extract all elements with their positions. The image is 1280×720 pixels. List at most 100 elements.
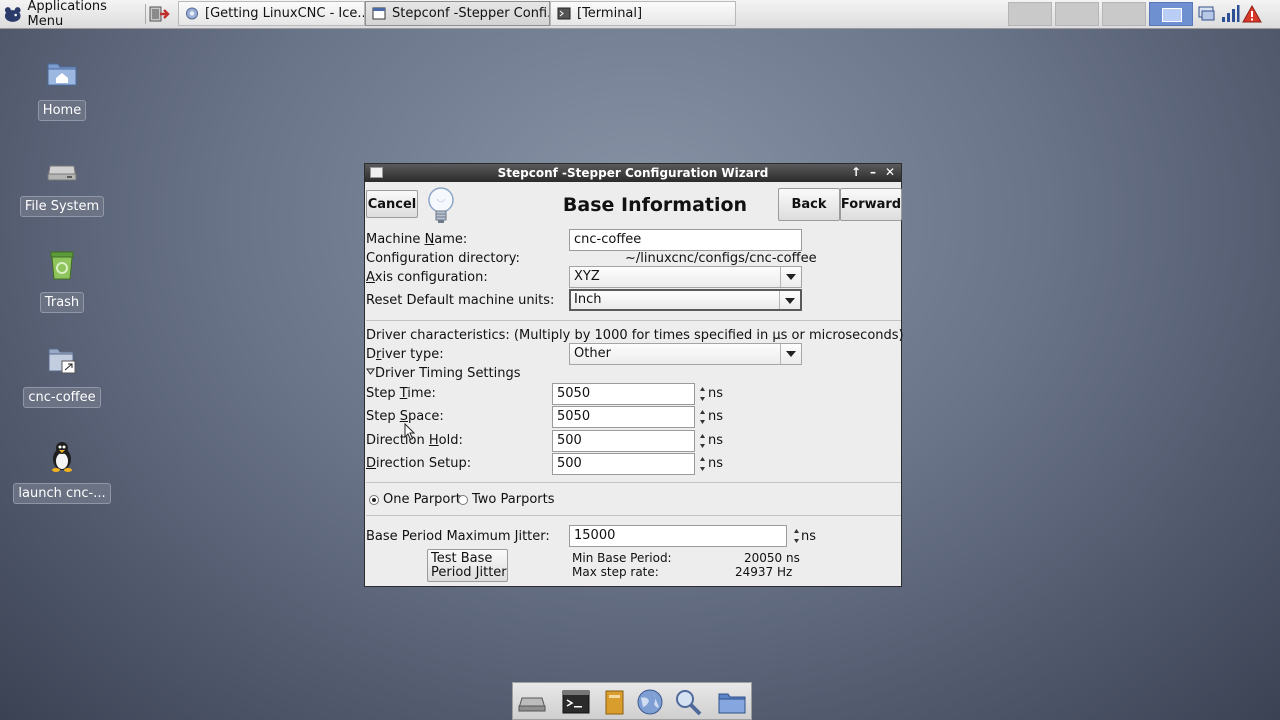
direction-hold-spinner[interactable]: 500 bbox=[552, 430, 708, 452]
stepconf-dialog: Stepconf -Stepper Configuration Wizard ↑… bbox=[364, 163, 904, 587]
min-base-period-label: Min Base Period: bbox=[572, 551, 672, 565]
terminal-icon bbox=[557, 7, 571, 20]
chevron-down-icon bbox=[780, 344, 801, 364]
drive-icon bbox=[47, 165, 77, 181]
chevron-down-icon bbox=[780, 267, 801, 287]
unit-label: ns bbox=[801, 529, 817, 544]
taskbar-item-terminal[interactable]: [Terminal] bbox=[550, 1, 736, 26]
step-space-spinner[interactable]: 5050 bbox=[552, 406, 708, 428]
axis-config-label: Axis configuration: bbox=[366, 270, 488, 285]
web-browser-icon[interactable] bbox=[635, 687, 665, 717]
desktop-icon-cnc-coffee[interactable]: cnc-coffee bbox=[7, 343, 117, 408]
folder-link-icon bbox=[48, 348, 76, 374]
workspace-3[interactable] bbox=[1102, 2, 1146, 26]
top-panel: Applications Menu [Getting LinuxCNC - Ic… bbox=[0, 0, 1280, 29]
desktop-icon-trash[interactable]: Trash bbox=[7, 248, 117, 313]
max-step-rate-value: 24937 Hz bbox=[735, 565, 793, 579]
dialog-titlebar[interactable]: Stepconf -Stepper Configuration Wizard ↑… bbox=[365, 164, 901, 182]
applications-menu-label: Applications Menu bbox=[27, 0, 107, 29]
two-parports-label[interactable]: Two Parports bbox=[472, 492, 555, 507]
unit-label: ns bbox=[708, 456, 724, 471]
step-time-label: Step Time: bbox=[366, 386, 436, 401]
units-value: Inch bbox=[574, 292, 602, 307]
desktop-icon-launch[interactable]: launch cnc-... bbox=[7, 439, 117, 504]
back-button[interactable]: Back bbox=[778, 188, 840, 221]
forward-button[interactable]: Forward bbox=[840, 188, 902, 221]
workspace-1[interactable] bbox=[1008, 2, 1052, 26]
desktop-icon-label: Home bbox=[37, 100, 87, 121]
direction-setup-spinner[interactable]: 500 bbox=[552, 453, 708, 475]
terminal-icon[interactable] bbox=[561, 687, 591, 717]
minimize-button[interactable]: – bbox=[866, 165, 880, 180]
xfce-mouse-icon bbox=[4, 7, 21, 22]
chevron-down-icon bbox=[779, 291, 800, 309]
tux-icon bbox=[52, 442, 72, 472]
direction-hold-input[interactable]: 500 bbox=[552, 430, 695, 452]
signal-bars-icon[interactable] bbox=[1220, 4, 1240, 24]
dock bbox=[512, 682, 752, 720]
close-button[interactable]: ✕ bbox=[883, 165, 897, 180]
spin-arrows-icon[interactable] bbox=[697, 430, 708, 452]
driver-type-select[interactable]: Other bbox=[569, 343, 802, 365]
warning-icon[interactable] bbox=[1242, 4, 1262, 24]
trash-icon bbox=[50, 251, 74, 280]
spin-arrows-icon[interactable] bbox=[697, 406, 708, 428]
divider bbox=[366, 320, 901, 321]
workspace-2[interactable] bbox=[1055, 2, 1099, 26]
folder-icon[interactable] bbox=[717, 687, 747, 717]
notes-icon[interactable] bbox=[599, 687, 629, 717]
two-parports-radio[interactable] bbox=[458, 495, 468, 505]
taskbar-item-label: [Terminal] bbox=[577, 6, 643, 21]
one-parport-label[interactable]: One Parport bbox=[383, 492, 461, 507]
divider bbox=[366, 482, 901, 483]
window-icon bbox=[372, 7, 386, 20]
dialog-title: Stepconf -Stepper Configuration Wizard bbox=[497, 166, 769, 180]
driver-type-label: Driver type: bbox=[366, 347, 444, 362]
cancel-button[interactable]: Cancel bbox=[366, 190, 418, 218]
step-space-label: Step Space: bbox=[366, 409, 444, 424]
driver-type-value: Other bbox=[574, 346, 611, 361]
units-select[interactable]: Inch bbox=[569, 289, 802, 311]
test-jitter-button[interactable]: Test Base Period Jitter bbox=[427, 549, 508, 582]
taskbar-item-stepconf[interactable]: Stepconf -Stepper Confi... bbox=[365, 1, 550, 26]
jitter-spinner[interactable]: 15000 bbox=[569, 525, 802, 547]
spin-arrows-icon[interactable] bbox=[697, 453, 708, 475]
jitter-input[interactable]: 15000 bbox=[569, 525, 787, 547]
direction-setup-input[interactable]: 500 bbox=[552, 453, 695, 475]
drive-icon[interactable] bbox=[517, 687, 547, 717]
min-base-period-value: 20050 ns bbox=[744, 551, 800, 565]
driver-timing-expander[interactable]: Driver Timing Settings bbox=[366, 366, 521, 381]
desktop-icon-label: launch cnc-... bbox=[13, 483, 111, 504]
lightbulb-icon bbox=[428, 187, 454, 223]
machine-name-label: Machine Name: bbox=[366, 232, 468, 247]
units-label: Reset Default machine units: bbox=[366, 293, 555, 308]
step-space-input[interactable]: 5050 bbox=[552, 406, 695, 428]
config-directory-value: ~/linuxcnc/configs/cnc-coffee bbox=[625, 251, 817, 266]
divider bbox=[366, 515, 901, 516]
step-time-input[interactable]: 5050 bbox=[552, 383, 695, 405]
home-folder-icon bbox=[47, 63, 77, 86]
iceweasel-icon bbox=[186, 7, 198, 20]
unit-label: ns bbox=[708, 409, 724, 424]
search-icon[interactable] bbox=[673, 687, 703, 717]
desktop-icon-home[interactable]: Home bbox=[7, 56, 117, 121]
axis-config-select[interactable]: XYZ bbox=[569, 266, 802, 288]
maximize-button[interactable]: ↑ bbox=[849, 165, 863, 180]
network-icon[interactable] bbox=[1197, 4, 1217, 24]
step-time-spinner[interactable]: 5050 bbox=[552, 383, 708, 405]
spin-arrows-icon[interactable] bbox=[697, 383, 708, 405]
desktop-icon-file-system[interactable]: File System bbox=[7, 152, 117, 217]
taskbar-item-browser[interactable]: [Getting LinuxCNC - Ice... bbox=[178, 1, 365, 26]
test-jitter-label-line2: Period Jitter bbox=[431, 564, 507, 580]
taskbar-item-label: Stepconf -Stepper Confi... bbox=[392, 6, 550, 21]
config-directory-label: Configuration directory: bbox=[366, 251, 520, 266]
desktop-icon-label: cnc-coffee bbox=[23, 387, 101, 408]
machine-name-input[interactable]: cnc-coffee bbox=[569, 229, 802, 251]
workspace-4[interactable] bbox=[1149, 2, 1193, 26]
logout-icon[interactable] bbox=[148, 4, 170, 24]
unit-label: ns bbox=[708, 386, 724, 401]
jitter-label: Base Period Maximum Jitter: bbox=[366, 529, 550, 544]
page-title: Base Information bbox=[562, 194, 748, 216]
applications-menu-button[interactable]: Applications Menu bbox=[2, 0, 144, 29]
one-parport-radio[interactable] bbox=[369, 495, 379, 505]
